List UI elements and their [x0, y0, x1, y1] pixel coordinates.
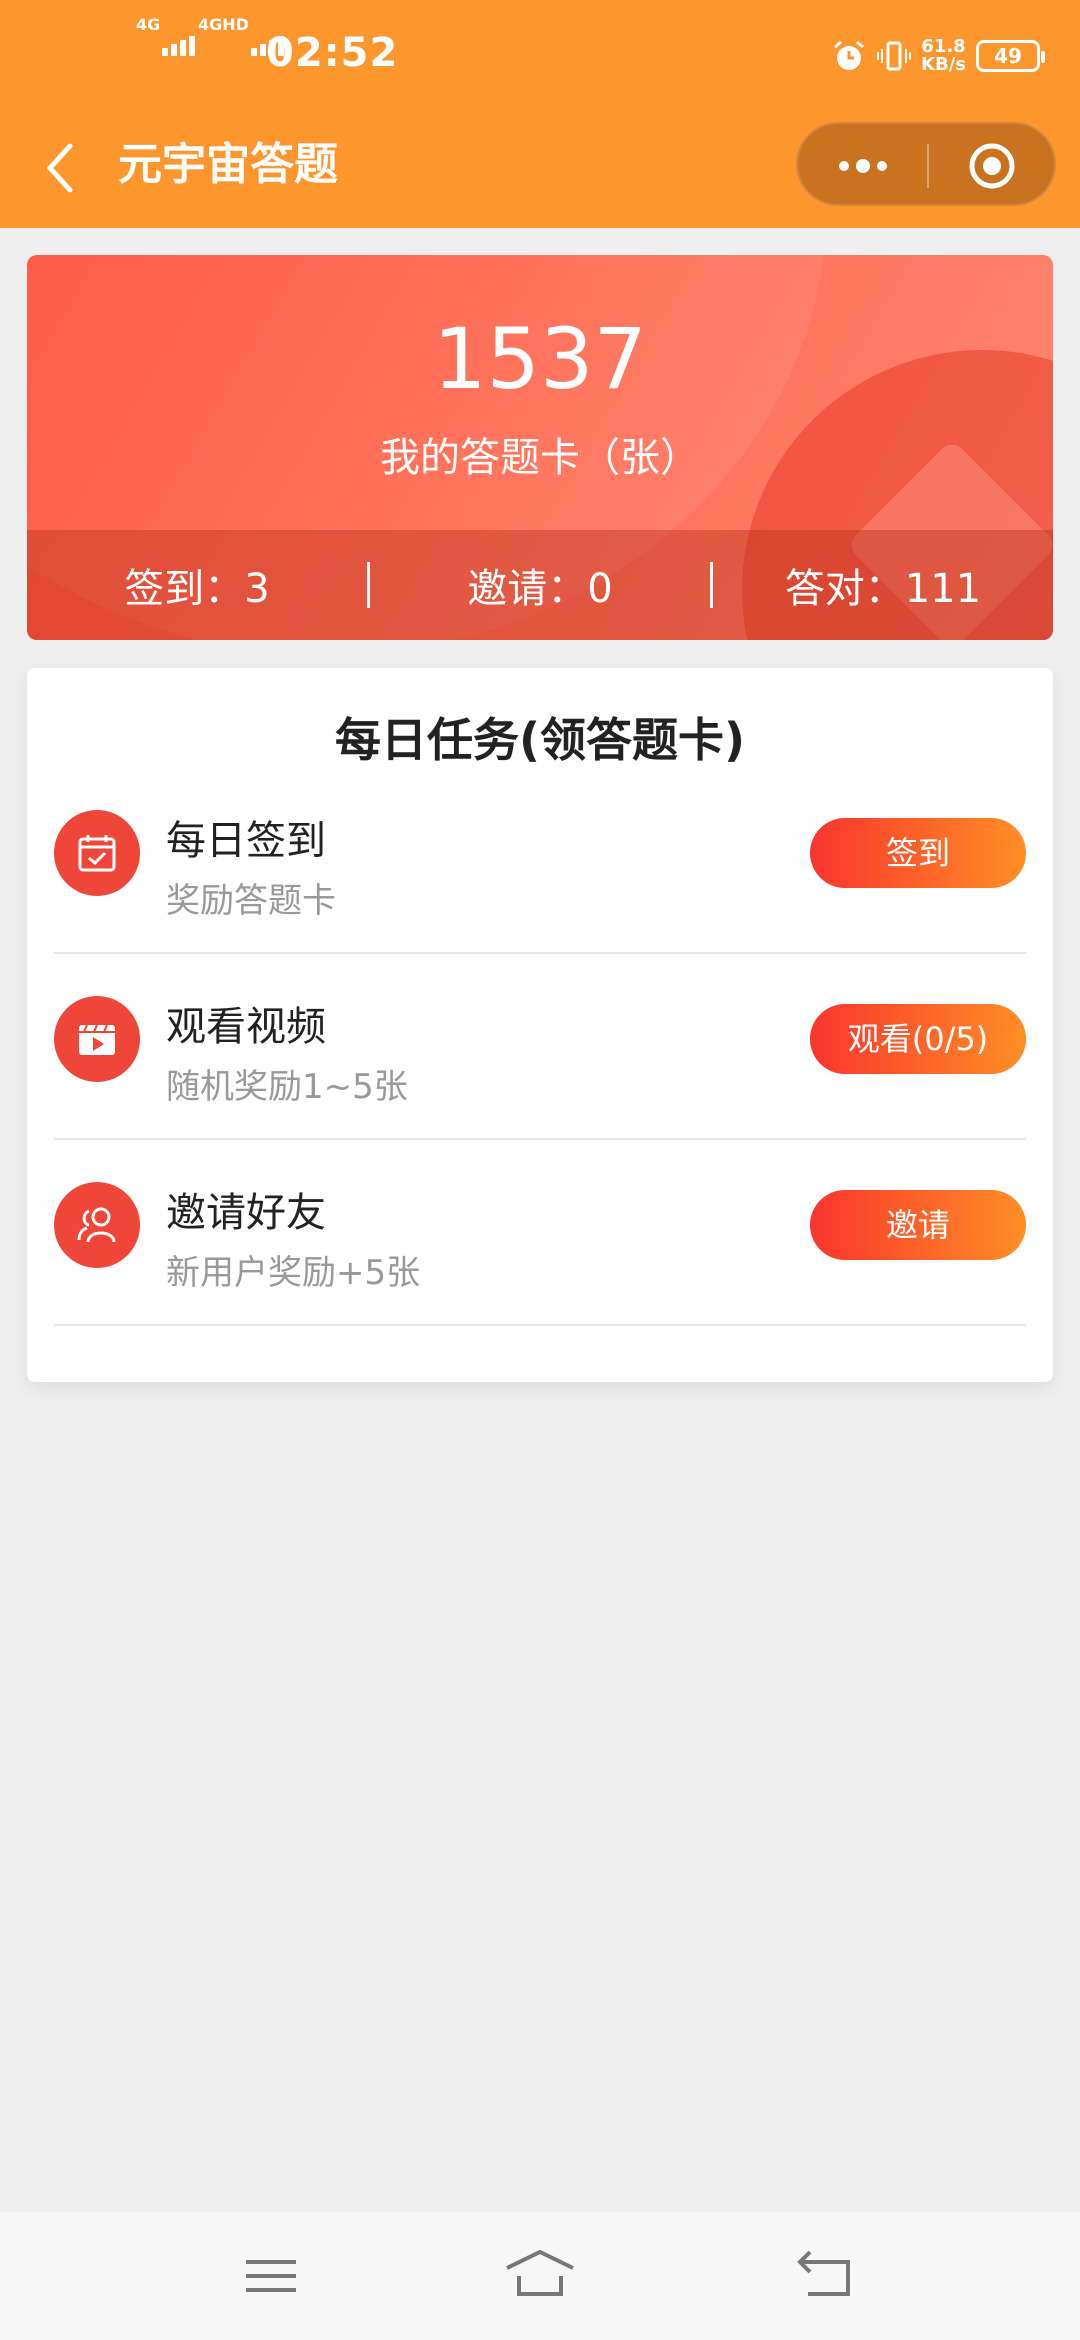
calendar-check-icon	[54, 810, 140, 896]
speed-unit: KB/s	[921, 54, 966, 75]
menu-icon[interactable]	[236, 2246, 306, 2306]
signal-bars-icon	[162, 36, 196, 56]
network-type-2: 4GHD	[198, 15, 249, 34]
answer-card-count: 1537	[433, 310, 647, 408]
stats-row: 签到：3 邀请：0 答对：111	[27, 530, 1053, 640]
task-item-invite: 邀请好友 新用户奖励+5张 邀请	[54, 1140, 1026, 1326]
system-nav-bar	[0, 2212, 1080, 2340]
invite-button[interactable]: 邀请	[810, 1190, 1026, 1260]
network-type-1: 4G	[136, 15, 161, 34]
task-name: 观看视频	[166, 1004, 326, 1050]
task-desc: 新用户奖励+5张	[166, 1253, 421, 1293]
daily-tasks-card: 每日任务(领答题卡) 每日签到 奖励答题卡 签到 观看视频 随机奖励1~5张 观…	[27, 668, 1053, 1382]
video-play-icon	[54, 996, 140, 1082]
task-name: 邀请好友	[166, 1190, 326, 1236]
page-title: 元宇宙答题	[118, 139, 338, 190]
status-right: 61.8 KB/s 49	[831, 38, 1045, 74]
answer-card-label: 我的答题卡（张）	[380, 435, 700, 481]
status-time: 02:52	[266, 30, 399, 76]
task-item-checkin: 每日签到 奖励答题卡 签到	[54, 768, 1026, 954]
mini-program-capsule	[796, 122, 1056, 206]
close-target-icon[interactable]	[966, 140, 1018, 192]
task-desc: 随机奖励1~5张	[166, 1067, 408, 1107]
back-arrow-icon[interactable]	[40, 138, 80, 198]
battery-indicator: 49	[976, 40, 1045, 72]
daily-tasks-title: 每日任务(领答题卡)	[334, 713, 746, 767]
back-icon[interactable]	[792, 2246, 862, 2306]
home-icon[interactable]	[505, 2246, 575, 2306]
capsule-divider	[927, 144, 929, 188]
task-item-video: 观看视频 随机奖励1~5张 观看(0/5)	[54, 954, 1026, 1140]
stat-checkin: 签到：3	[124, 566, 270, 612]
signal-indicator-1: 4G	[136, 15, 196, 56]
answer-card-summary: 1537 我的答题卡（张） 签到：3 邀请：0 答对：111	[27, 255, 1053, 640]
users-icon	[54, 1182, 140, 1268]
watch-video-button[interactable]: 观看(0/5)	[810, 1004, 1026, 1074]
stat-invite: 邀请：0	[467, 566, 613, 612]
stat-correct: 答对：111	[784, 566, 982, 612]
more-options-icon[interactable]	[828, 144, 898, 188]
task-name: 每日签到	[166, 818, 326, 864]
task-desc: 奖励答题卡	[166, 881, 336, 921]
vibrate-icon	[877, 41, 912, 71]
alarm-icon	[834, 40, 864, 70]
network-speed: 61.8 KB/s	[921, 38, 966, 74]
checkin-button[interactable]: 签到	[810, 818, 1026, 888]
status-bar: 4G 4GHD 02:52 61.8 KB/s 49	[0, 0, 1080, 118]
